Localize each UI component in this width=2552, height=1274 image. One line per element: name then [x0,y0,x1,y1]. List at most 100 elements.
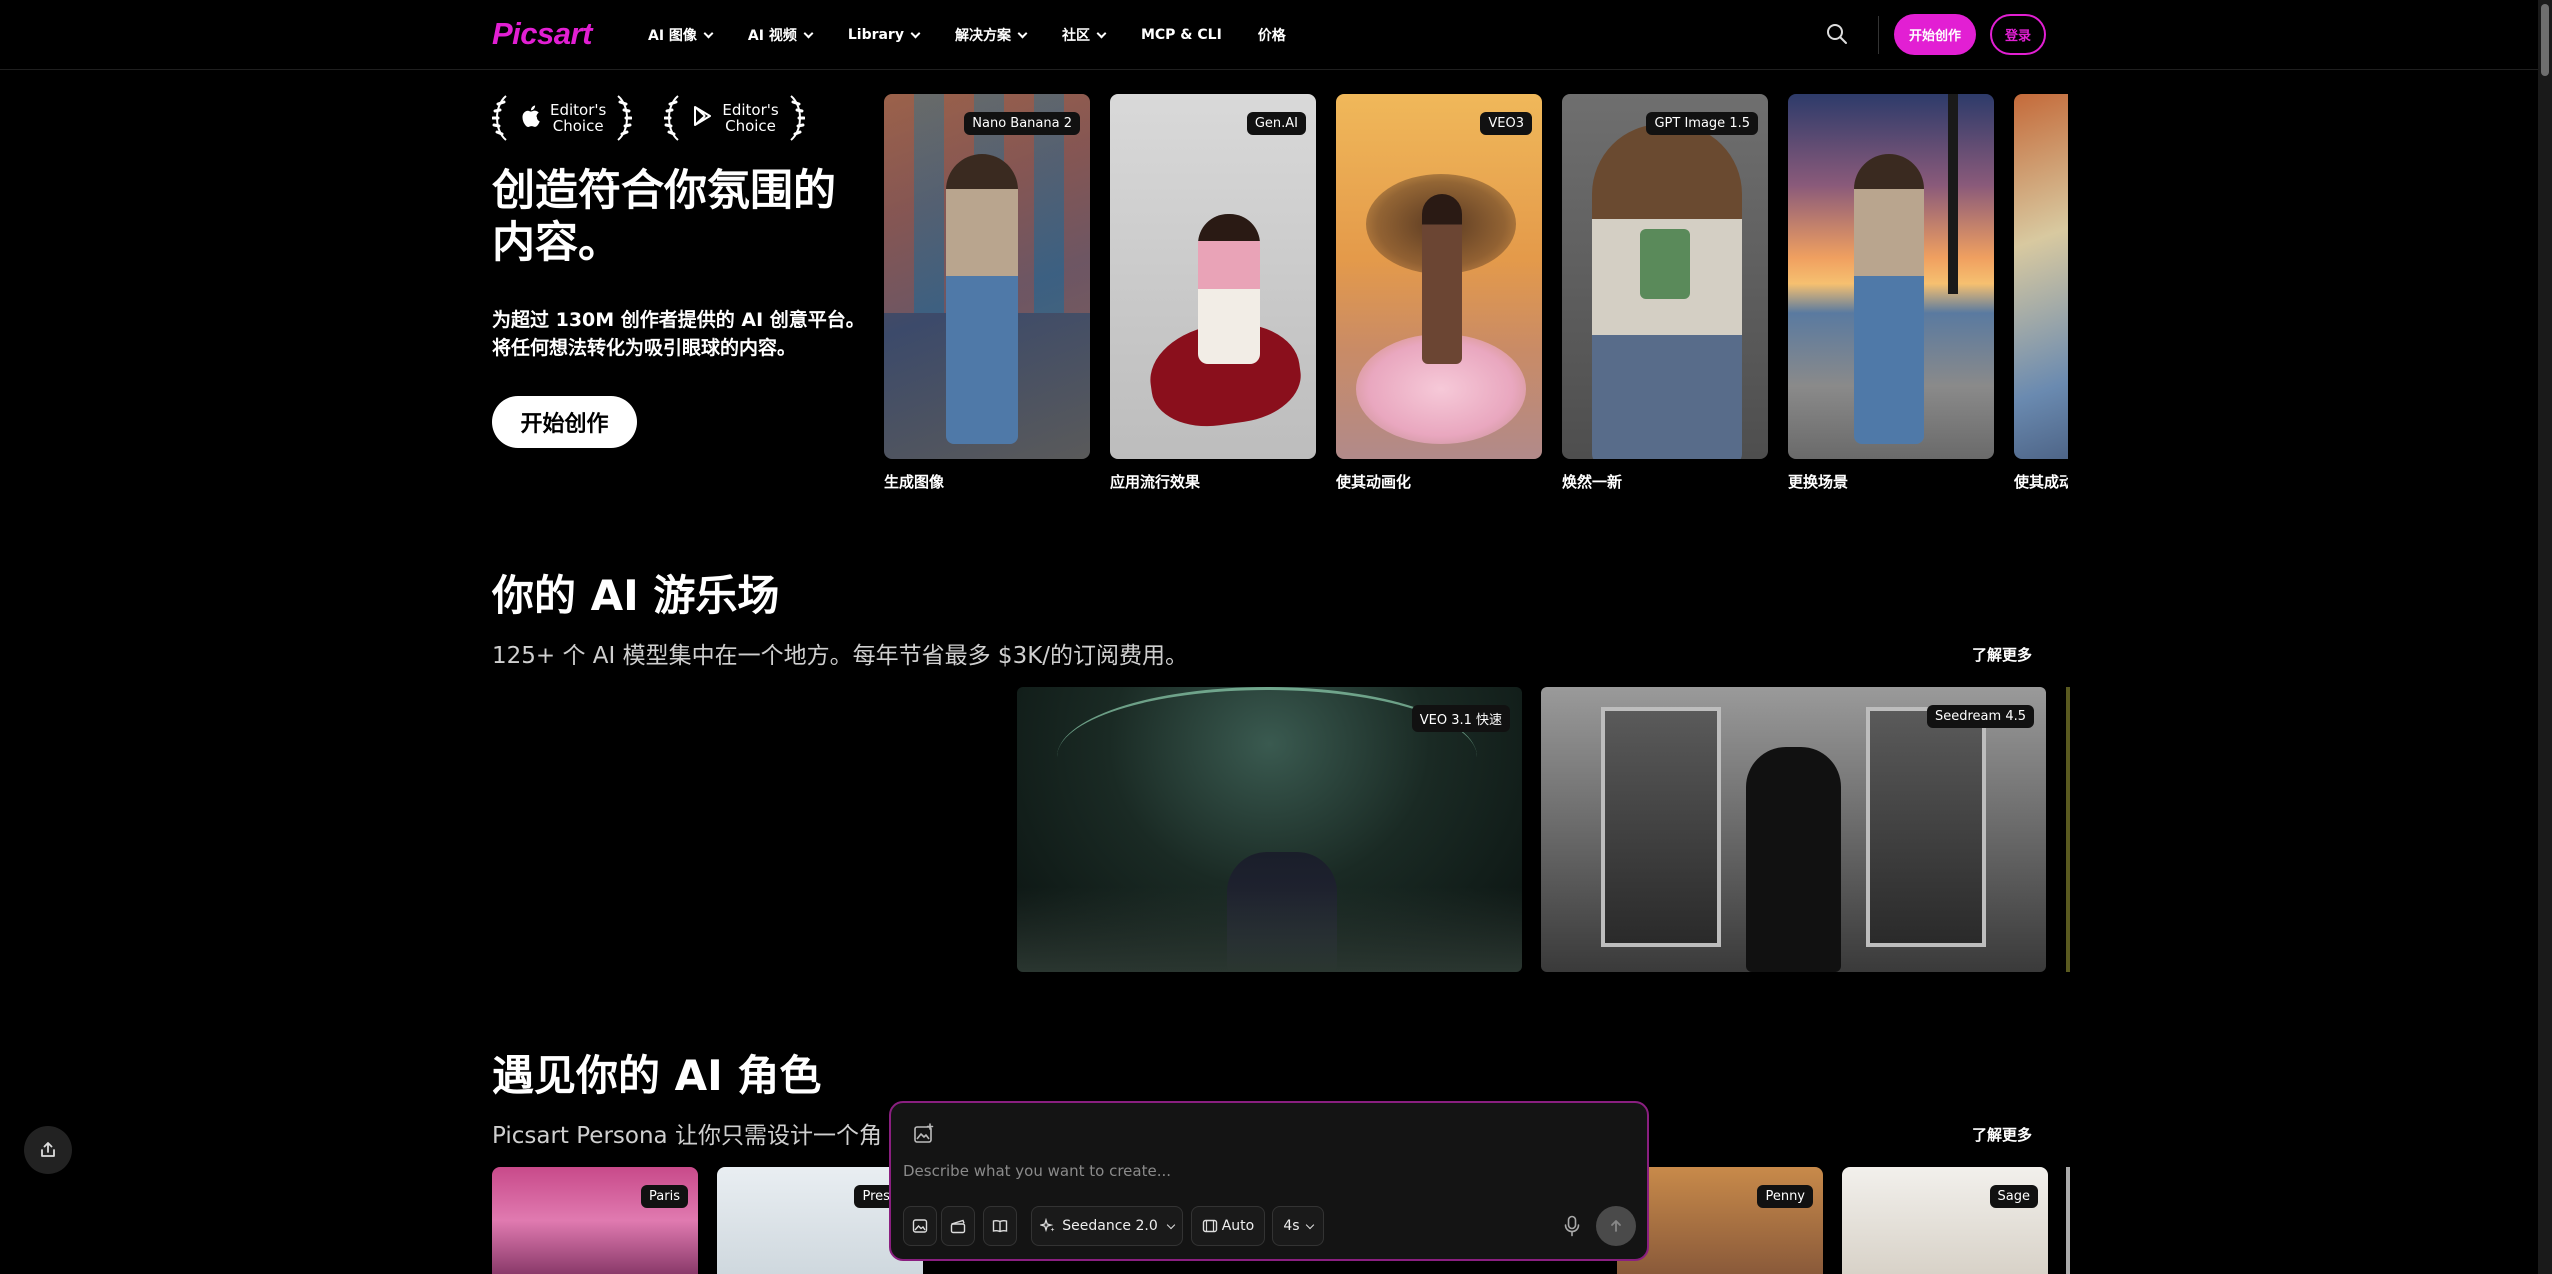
persona-title: 遇见你的 AI 角色 [492,1051,822,1100]
playground-title: 你的 AI 游乐场 [492,571,780,620]
clapperboard-icon [950,1219,966,1234]
hero-subtitle: 为超过 130M 创作者提供的 AI 创意平台。 将任何想法转化为吸引眼球的内容… [492,306,872,362]
duration-label: 4s [1283,1218,1300,1234]
nav-item-community[interactable]: 社区 [1062,25,1107,45]
nav-item-ai-image[interactable]: AI 图像 [648,25,714,45]
persona-name-tag: Sage [1989,1185,2038,1208]
card-caption: 使其成动 [2014,473,2068,491]
book-icon [992,1219,1008,1233]
card-caption: 更换场景 [1788,473,1849,491]
page-scrollbar[interactable] [2538,0,2552,1274]
apple-editor-choice-badge: Editor's Choice [492,94,633,142]
badge-text: Editor's Choice [550,102,606,134]
model-label: Seedance 2.0 [1062,1218,1158,1234]
nav-item-label: Library [847,27,904,43]
feature-card-animate[interactable]: VEO3 使其动画化 [1336,94,1542,492]
login-button[interactable]: 登录 [1990,14,2046,55]
nav-item-mcp-cli[interactable]: MCP & CLI [1141,27,1222,43]
card-image: VEO3 [1336,94,1542,459]
chevron-down-icon [1166,1220,1175,1229]
hero-subtitle-line: 为超过 130M 创作者提供的 AI 创意平台。 [492,309,865,331]
person-figure [1854,154,1924,444]
image-mode-button[interactable] [903,1206,937,1246]
feature-card-apply-effects[interactable]: Gen.AI 应用流行效果 [1110,94,1316,492]
card-image: GPT Image 1.5 [1562,94,1768,459]
google-play-editor-choice-badge: Editor's Choice [664,94,805,142]
editor-choice-badges: Editor's Choice Editor's Choice [492,94,805,142]
model-tag: Seedream 4.5 [1927,705,2034,728]
search-icon[interactable] [1826,23,1848,45]
prompt-input[interactable] [903,1155,1623,1187]
nav-item-solutions[interactable]: 解决方案 [954,25,1028,45]
nav-item-ai-video[interactable]: AI 视频 [747,25,814,45]
palm-tree [1948,94,1958,294]
hero-start-button[interactable]: 开始创作 [492,396,637,448]
hero-subtitle-line: 将任何想法转化为吸引眼球的内容。 [492,337,797,359]
feature-card-anime[interactable]: 使其成动 [2014,94,2068,492]
persona-card-paris[interactable]: Paris [492,1167,698,1274]
scrollbar-thumb[interactable] [2541,4,2549,76]
next-persona-peek [2066,1167,2070,1274]
model-tag: Gen.AI [1246,112,1306,135]
nav-item-label: 解决方案 [954,28,1011,44]
persona-learn-more-link[interactable]: 了解更多 [1972,1124,2032,1145]
card-caption: 使其动画化 [1336,473,1412,491]
nav-menu: AI 图像 AI 视频 Library 解决方案 社区 MCP & CLI 价格 [648,0,1322,70]
nav-item-library[interactable]: Library [847,27,921,43]
nav-item-pricing[interactable]: 价格 [1258,25,1286,45]
top-navbar: Picsart AI 图像 AI 视频 Library 解决方案 社区 MCP … [0,0,2538,70]
model-tag: VEO3 [1480,112,1532,135]
microphone-icon[interactable] [1563,1215,1581,1237]
model-selector[interactable]: Seedance 2.0 [1031,1206,1183,1246]
duration-selector[interactable]: 4s [1272,1206,1324,1246]
person-figure [1422,194,1462,364]
card-image: Nano Banana 2 [884,94,1090,459]
persona-name-tag: Paris [641,1185,688,1208]
google-play-icon [694,105,712,131]
card-image [2014,94,2068,459]
start-creating-button[interactable]: 开始创作 [1894,14,1976,55]
feature-card-generate-image[interactable]: Nano Banana 2 生成图像 [884,94,1090,492]
apple-icon [522,105,540,132]
chevron-down-icon [1305,1220,1314,1229]
laurel-left-icon [664,95,680,141]
card-image: Gen.AI [1110,94,1316,459]
card-caption: 生成图像 [884,473,945,491]
video-card-veo[interactable]: VEO 3.1 快速 [1017,687,1522,972]
share-button[interactable] [24,1126,72,1174]
video-card-seedream[interactable]: Seedream 4.5 [1541,687,2046,972]
next-video-peek [2066,687,2070,972]
playground-learn-more-link[interactable]: 了解更多 [1972,644,2032,665]
hero-feature-carousel: Nano Banana 2 生成图像 Gen.AI 应用流行效果 VEO3 使其… [884,94,2068,500]
video-mode-button[interactable] [941,1206,975,1246]
laurel-right-icon [789,95,805,141]
aspect-ratio-icon [1202,1219,1217,1233]
green-shirt [1640,229,1690,299]
prompt-box: Seedance 2.0 Auto 4s [889,1101,1649,1261]
aspect-ratio-selector[interactable]: Auto [1191,1206,1265,1246]
laurel-left-icon [492,95,507,141]
nav-item-label: 价格 [1257,28,1286,44]
subway-door-right [1866,707,1986,947]
picsart-logo[interactable]: Picsart [492,16,592,52]
add-image-icon[interactable] [913,1123,935,1145]
ratio-label: Auto [1221,1218,1255,1234]
image-icon [912,1219,928,1233]
card-caption: 应用流行效果 [1110,473,1201,491]
hero-title: 创造符合你氛围的内容。 [492,166,836,268]
person-figure [1746,747,1841,972]
feature-card-refresh[interactable]: GPT Image 1.5 焕然一新 [1562,94,1768,492]
subway-door-left [1601,707,1721,947]
model-tag: VEO 3.1 快速 [1411,705,1510,732]
feature-card-change-scene[interactable]: 更换场景 [1788,94,1994,492]
person-figure [946,154,1018,444]
nav-item-label: AI 视频 [747,28,797,44]
library-button[interactable] [983,1206,1017,1246]
badge-line2: Choice [725,117,776,135]
card-image [1788,94,1994,459]
chevron-down-icon [703,28,714,38]
persona-card-sage[interactable]: Sage [1842,1167,2048,1274]
send-button[interactable] [1596,1206,1636,1246]
nav-item-label: AI 图像 [648,28,697,44]
chevron-down-icon [803,28,814,38]
